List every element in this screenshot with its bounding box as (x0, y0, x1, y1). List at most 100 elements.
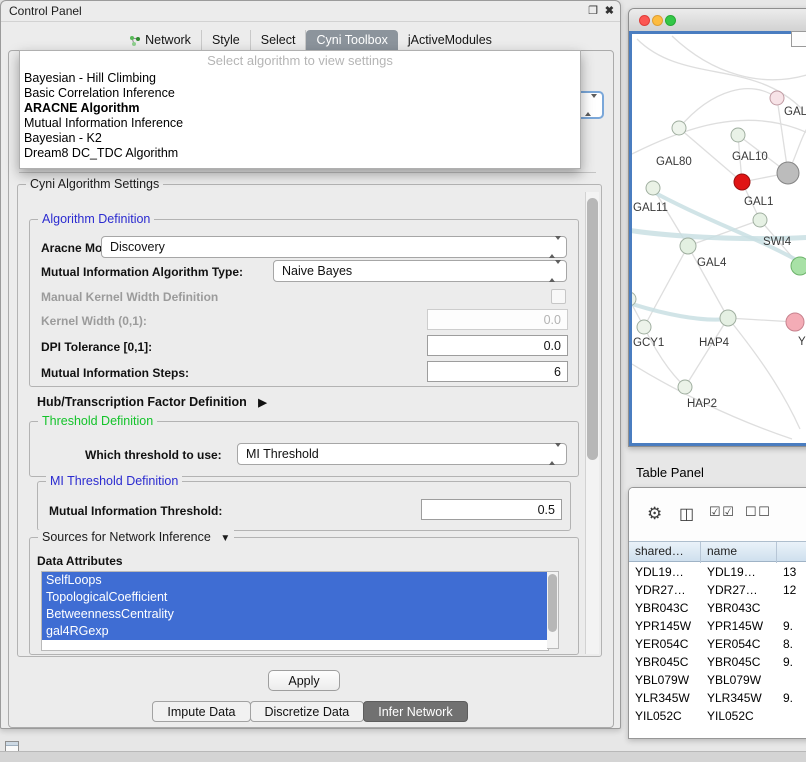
algorithm-dropdown-item[interactable]: Bayesian - Hill Climbing (20, 71, 580, 86)
network-node[interactable] (678, 380, 692, 394)
hub-definition-toggle[interactable]: Hub/Transcription Factor Definition ▶ (37, 395, 267, 409)
network-node[interactable] (786, 313, 804, 331)
manual-kernel-checkbox[interactable] (551, 289, 566, 304)
column-header-extra[interactable] (777, 542, 806, 563)
network-node[interactable] (734, 174, 750, 190)
aracne-mode-value: Discovery (110, 240, 165, 254)
table-row[interactable]: YPR145WYPR145W9. (629, 617, 806, 635)
list-scrollbar[interactable] (547, 571, 559, 649)
aracne-mode-select[interactable]: Discovery (101, 236, 567, 258)
network-node[interactable] (753, 213, 767, 227)
tab-jactivemodules[interactable]: jActiveModules (398, 30, 502, 51)
gear-icon[interactable]: ⚙ (647, 504, 662, 524)
network-node[interactable] (672, 121, 686, 135)
data-attributes-list[interactable]: SelfLoopsTopologicalCoefficientBetweenne… (41, 571, 549, 651)
algorithm-dropdown-item[interactable]: Dream8 DC_TDC Algorithm (20, 146, 580, 161)
kernel-width-input[interactable]: 0.0 (427, 309, 568, 330)
table-row[interactable]: YLR345WYLR345W9. (629, 689, 806, 707)
table-row[interactable]: YIL052CYIL052C (629, 707, 806, 725)
table-header: shared… name (629, 541, 806, 562)
network-viewport[interactable]: GALGAL80GAL10GAL11GAL1SWI4GAL4GCY1HAP4HA… (629, 31, 806, 446)
node-label: GAL10 (732, 151, 768, 163)
data-attribute-item[interactable]: TopologicalCoefficient (42, 589, 548, 606)
tab-cyni-toolbox[interactable]: Cyni Toolbox (306, 30, 397, 51)
which-threshold-label: Which threshold to use: (85, 448, 222, 462)
algorithm-dropdown-item[interactable]: Mutual Information Inference (20, 116, 580, 131)
data-attribute-item[interactable]: BetweennessCentrality (42, 606, 548, 623)
algorithm-dropdown-item[interactable]: Basic Correlation Inference (20, 86, 580, 101)
mi-threshold-input[interactable]: 0.5 (421, 499, 562, 520)
combo-stepper-icon (549, 240, 561, 254)
mi-algorithm-type-select[interactable]: Naive Bayes (273, 260, 567, 282)
tab-style[interactable]: Style (202, 30, 251, 51)
node-label: HAP2 (687, 398, 717, 410)
table-cell: YLR345W (701, 689, 777, 707)
tab-label: jActiveModules (408, 30, 492, 51)
data-attribute-item[interactable]: SelfLoops (42, 572, 548, 589)
table-row[interactable]: YDL19…YDL19…13 (629, 563, 806, 581)
network-node[interactable] (637, 320, 651, 334)
algorithm-dropdown-popup: Select algorithm to view settings Bayesi… (19, 50, 581, 169)
tab-network[interactable]: Network (119, 30, 202, 51)
algorithm-definition-title: Algorithm Definition (38, 212, 154, 227)
table-cell: YBR043C (701, 599, 777, 617)
table-cell: YDL19… (629, 563, 701, 581)
mi-steps-label: Mutual Information Steps: (41, 366, 189, 380)
collapsed-arrow-icon[interactable]: ▶ (258, 397, 266, 409)
desktop: Control Panel ❐ ✖ NetworkStyle Select Cyni… (0, 0, 806, 762)
table-row[interactable]: YDR27…YDR27…12 (629, 581, 806, 599)
table-row[interactable]: YBL079WYBL079W (629, 671, 806, 689)
zoom-button[interactable] (665, 15, 676, 26)
sources-toggle[interactable]: Sources for Network Inference ▼ (38, 530, 234, 546)
network-node[interactable] (646, 181, 660, 195)
birdseye-toggle[interactable] (791, 31, 806, 47)
network-node[interactable] (720, 310, 736, 326)
bottom-tab-impute-data[interactable]: Impute Data (152, 701, 250, 722)
select-all-columns-icon[interactable]: ☑ ☑ (709, 504, 733, 520)
deselect-all-columns-icon[interactable]: ☐ ☐ (745, 504, 769, 520)
dpi-tolerance-input[interactable]: 0.0 (427, 335, 568, 356)
table-cell: 13 (777, 563, 806, 581)
which-threshold-select[interactable]: MI Threshold (237, 443, 567, 465)
mi-steps-input[interactable]: 6 (427, 361, 568, 382)
expanded-arrow-icon[interactable]: ▼ (220, 533, 230, 544)
algorithm-dropdown-prompt: Select algorithm to view settings (20, 51, 580, 71)
bottom-tab-infer-network[interactable]: Infer Network (363, 701, 467, 722)
table-row[interactable]: YBR043CYBR043C (629, 599, 806, 617)
bottom-tab-discretize-data[interactable]: Discretize Data (250, 701, 365, 722)
network-node[interactable] (770, 91, 784, 105)
algorithm-dropdown-item[interactable]: Bayesian - K2 (20, 131, 580, 146)
column-header-shared-name[interactable]: shared… (629, 542, 701, 563)
tab-select[interactable]: Select (251, 30, 307, 51)
control-panel-window: Control Panel ❐ ✖ NetworkStyle Select Cyni… (0, 0, 621, 729)
columns-icon[interactable]: ◫ (679, 504, 694, 524)
apply-button[interactable]: Apply (268, 670, 340, 691)
close-icon[interactable]: ✖ (605, 1, 614, 22)
settings-scrollbar-thumb[interactable] (587, 198, 598, 460)
table-panel-window: ⚙ ◫ ☑ ☑ ☐ ☐ shared… name YDL19…YDL19…13Y… (628, 487, 806, 739)
network-node[interactable] (791, 257, 806, 275)
window-title: Control Panel (9, 4, 82, 18)
table-row[interactable]: YER054CYER054C8. (629, 635, 806, 653)
network-node[interactable] (680, 238, 696, 254)
control-panel-titlebar[interactable]: Control Panel ❐ ✖ (1, 1, 620, 22)
tab-label: Select (261, 30, 296, 51)
algorithm-dropdown-item[interactable]: ARACNE Algorithm (20, 101, 580, 116)
network-node[interactable] (777, 162, 799, 184)
minimize-button[interactable] (652, 15, 663, 26)
table-row[interactable]: YBR045CYBR045C9. (629, 653, 806, 671)
table-cell: YBR045C (701, 653, 777, 671)
settings-scrollbar[interactable] (585, 192, 599, 654)
network-canvas[interactable]: GALGAL80GAL10GAL11GAL1SWI4GAL4GCY1HAP4HA… (632, 34, 806, 443)
float-window-icon[interactable]: ❐ (588, 1, 598, 22)
data-attribute-item[interactable]: gal4RGexp (42, 623, 548, 640)
table-body: YDL19…YDL19…13YDR27…YDR27…12YBR043CYBR04… (629, 563, 806, 738)
list-scrollbar-thumb[interactable] (548, 574, 557, 632)
table-cell (777, 671, 806, 689)
close-button[interactable] (639, 15, 650, 26)
node-label: SWI4 (763, 236, 792, 248)
network-window-titlebar[interactable] (629, 9, 806, 31)
mi-threshold-label: Mutual Information Threshold: (49, 504, 222, 518)
network-node[interactable] (731, 128, 745, 142)
column-header-name[interactable]: name (701, 542, 777, 563)
